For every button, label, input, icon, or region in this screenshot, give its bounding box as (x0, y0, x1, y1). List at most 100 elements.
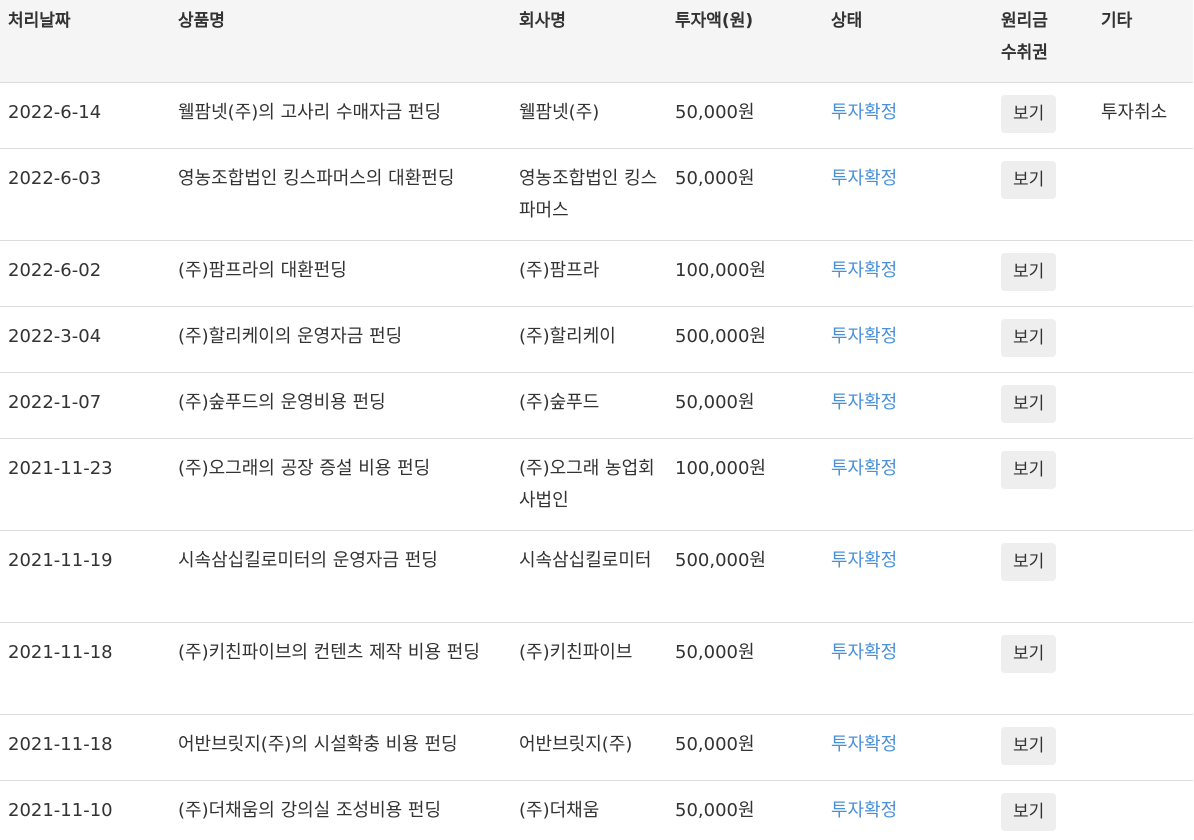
row-status: 투자확정 (823, 622, 993, 715)
row-company: 어반브릿지(주) (511, 714, 667, 781)
row-status: 투자확정 (823, 530, 993, 623)
row-etc[interactable]: 투자취소 (1093, 82, 1193, 149)
row-product: (주)숲푸드의 운영비용 펀딩 (170, 372, 511, 439)
row-certificate-cell: 보기 (993, 530, 1093, 623)
row-date: 2021-11-10 (0, 780, 170, 840)
row-amount: 100,000원 (667, 240, 823, 307)
row-company: (주)키친파이브 (511, 622, 667, 715)
row-product: 영농조합법인 킹스파머스의 대환펀딩 (170, 148, 511, 241)
row-product: (주)더채움의 강의실 조성비용 펀딩 (170, 780, 511, 840)
row-company: (주)팜프라 (511, 240, 667, 307)
row-company: (주)더채움 (511, 780, 667, 840)
row-date: 2022-6-03 (0, 148, 170, 241)
row-product: (주)키친파이브의 컨텐츠 제작 비용 펀딩 (170, 622, 511, 715)
row-etc (1093, 372, 1193, 439)
table-row: 2022-3-04 (주)할리케이의 운영자금 펀딩 (주)할리케이 500,0… (0, 306, 1193, 373)
view-certificate-button[interactable]: 보기 (1001, 318, 1057, 357)
row-certificate-cell: 보기 (993, 438, 1093, 531)
row-company: (주)할리케이 (511, 306, 667, 373)
row-company: 웰팜넷(주) (511, 82, 667, 149)
row-amount: 500,000원 (667, 530, 823, 623)
row-certificate-cell: 보기 (993, 372, 1093, 439)
view-certificate-button[interactable]: 보기 (1001, 726, 1057, 765)
header-status: 상태 (823, 0, 993, 83)
view-certificate-button[interactable]: 보기 (1001, 252, 1057, 291)
row-status: 투자확정 (823, 306, 993, 373)
row-etc (1093, 714, 1193, 781)
table-row: 2022-6-14 웰팜넷(주)의 고사리 수매자금 펀딩 웰팜넷(주) 50,… (0, 82, 1193, 149)
row-certificate-cell: 보기 (993, 240, 1093, 307)
row-amount: 50,000원 (667, 780, 823, 840)
row-etc (1093, 780, 1193, 840)
row-certificate-cell: 보기 (993, 780, 1093, 840)
row-certificate-cell: 보기 (993, 306, 1093, 373)
row-product: (주)팜프라의 대환펀딩 (170, 240, 511, 307)
table-header-row: 처리날짜 상품명 회사명 투자액(원) 상태 원리금수취권 기타 (0, 0, 1193, 83)
table-row: 2022-6-03 영농조합법인 킹스파머스의 대환펀딩 영농조합법인 킹스파머… (0, 148, 1193, 241)
row-certificate-cell: 보기 (993, 148, 1093, 241)
header-amount: 투자액(원) (667, 0, 823, 83)
row-amount: 50,000원 (667, 622, 823, 715)
table-row: 2021-11-18 어반브릿지(주)의 시설확충 비용 펀딩 어반브릿지(주)… (0, 714, 1193, 781)
row-product: 웰팜넷(주)의 고사리 수매자금 펀딩 (170, 82, 511, 149)
row-etc (1093, 438, 1193, 531)
table-row: 2022-1-07 (주)숲푸드의 운영비용 펀딩 (주)숲푸드 50,000원… (0, 372, 1193, 439)
row-status: 투자확정 (823, 82, 993, 149)
header-certificate-line2: 수취권 (1001, 43, 1048, 63)
row-etc (1093, 530, 1193, 623)
row-amount: 50,000원 (667, 372, 823, 439)
row-certificate-cell: 보기 (993, 714, 1093, 781)
view-certificate-button[interactable]: 보기 (1001, 634, 1057, 673)
view-certificate-button[interactable]: 보기 (1001, 542, 1057, 581)
row-etc (1093, 148, 1193, 241)
row-date: 2022-1-07 (0, 372, 170, 439)
header-etc: 기타 (1093, 0, 1193, 83)
row-etc (1093, 240, 1193, 307)
row-amount: 500,000원 (667, 306, 823, 373)
row-certificate-cell: 보기 (993, 82, 1093, 149)
row-date: 2022-6-14 (0, 82, 170, 149)
row-company: 시속삼십킬로미터 (511, 530, 667, 623)
row-product: (주)오그래의 공장 증설 비용 펀딩 (170, 438, 511, 531)
row-date: 2021-11-23 (0, 438, 170, 531)
row-status: 투자확정 (823, 372, 993, 439)
header-company: 회사명 (511, 0, 667, 83)
row-product: (주)할리케이의 운영자금 펀딩 (170, 306, 511, 373)
row-company: (주)오그래 농업회사법인 (511, 438, 667, 531)
table-row: 2021-11-10 (주)더채움의 강의실 조성비용 펀딩 (주)더채움 50… (0, 780, 1193, 840)
row-amount: 100,000원 (667, 438, 823, 531)
view-certificate-button[interactable]: 보기 (1001, 160, 1057, 199)
row-date: 2021-11-19 (0, 530, 170, 623)
row-amount: 50,000원 (667, 714, 823, 781)
row-product: 어반브릿지(주)의 시설확충 비용 펀딩 (170, 714, 511, 781)
table-row: 2021-11-19 시속삼십킬로미터의 운영자금 펀딩 시속삼십킬로미터 50… (0, 530, 1193, 623)
row-company: 영농조합법인 킹스파머스 (511, 148, 667, 241)
row-status: 투자확정 (823, 438, 993, 531)
view-certificate-button[interactable]: 보기 (1001, 792, 1057, 831)
row-date: 2022-3-04 (0, 306, 170, 373)
row-certificate-cell: 보기 (993, 622, 1093, 715)
row-status: 투자확정 (823, 714, 993, 781)
header-certificate-line1: 원리금 (1001, 11, 1048, 31)
row-status: 투자확정 (823, 148, 993, 241)
row-status: 투자확정 (823, 780, 993, 840)
row-date: 2021-11-18 (0, 714, 170, 781)
row-company: (주)숲푸드 (511, 372, 667, 439)
header-product: 상품명 (170, 0, 511, 83)
table-row: 2021-11-18 (주)키친파이브의 컨텐츠 제작 비용 펀딩 (주)키친파… (0, 622, 1193, 715)
row-status: 투자확정 (823, 240, 993, 307)
row-date: 2021-11-18 (0, 622, 170, 715)
row-amount: 50,000원 (667, 82, 823, 149)
row-product: 시속삼십킬로미터의 운영자금 펀딩 (170, 530, 511, 623)
table-row: 2021-11-23 (주)오그래의 공장 증설 비용 펀딩 (주)오그래 농업… (0, 438, 1193, 531)
view-certificate-button[interactable]: 보기 (1001, 450, 1057, 489)
investment-history-table: 처리날짜 상품명 회사명 투자액(원) 상태 원리금수취권 기타 2022-6-… (0, 0, 1193, 840)
table-row: 2022-6-02 (주)팜프라의 대환펀딩 (주)팜프라 100,000원 투… (0, 240, 1193, 307)
view-certificate-button[interactable]: 보기 (1001, 384, 1057, 423)
header-date: 처리날짜 (0, 0, 170, 83)
view-certificate-button[interactable]: 보기 (1001, 94, 1057, 133)
header-certificate: 원리금수취권 (993, 0, 1093, 83)
row-etc (1093, 622, 1193, 715)
row-amount: 50,000원 (667, 148, 823, 241)
row-date: 2022-6-02 (0, 240, 170, 307)
